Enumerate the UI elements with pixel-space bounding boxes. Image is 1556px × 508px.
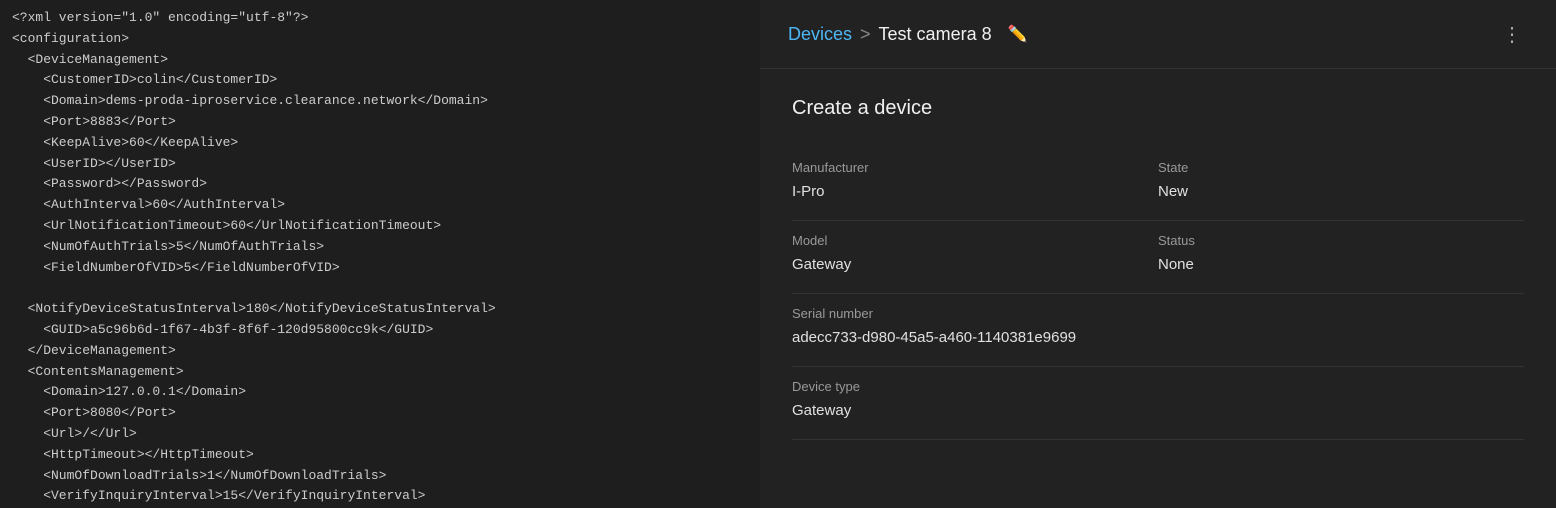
state-label: State [1158,160,1524,175]
more-options-button[interactable]: ⋮ [1496,18,1528,50]
code-panel: <?xml version="1.0" encoding="utf-8"?> <… [0,0,760,508]
detail-panel: Devices > Test camera 8 ✏️ ⋮ Create a de… [760,0,1556,508]
breadcrumb-current-page: Test camera 8 [879,24,992,45]
serial-label: Serial number [792,306,1484,321]
state-value: New [1158,183,1524,200]
serial-field-group: Serial number adecc733-d980-45a5-a460-11… [792,294,1524,367]
manufacturer-field-group: Manufacturer I-Pro [792,148,1158,221]
device-type-value: Gateway [792,402,1524,419]
detail-content: Create a device Manufacturer I-Pro State… [760,69,1556,508]
device-type-label: Device type [792,379,1524,394]
status-field-group: Status None [1158,221,1524,294]
model-value: Gateway [792,256,1118,273]
model-label: Model [792,233,1118,248]
model-field-group: Model Gateway [792,221,1158,294]
breadcrumb-separator: > [860,24,871,45]
device-type-field-group: Device type Gateway [792,367,1524,440]
code-content: <?xml version="1.0" encoding="utf-8"?> <… [12,8,748,508]
status-label: Status [1158,233,1524,248]
breadcrumb: Devices > Test camera 8 ✏️ [788,24,1028,45]
state-field-group: State New [1158,148,1524,221]
edit-icon[interactable]: ✏️ [1008,24,1028,44]
fields-grid: Manufacturer I-Pro State New Model Gatew… [792,148,1524,440]
serial-value: adecc733-d980-45a5-a460-1140381e9699 [792,329,1484,346]
breadcrumb-devices-link[interactable]: Devices [788,24,852,45]
manufacturer-value: I-Pro [792,183,1118,200]
manufacturer-label: Manufacturer [792,160,1118,175]
detail-header: Devices > Test camera 8 ✏️ ⋮ [760,0,1556,69]
status-value: None [1158,256,1524,273]
code-scroll[interactable]: <?xml version="1.0" encoding="utf-8"?> <… [0,0,760,508]
section-title: Create a device [792,97,1524,120]
